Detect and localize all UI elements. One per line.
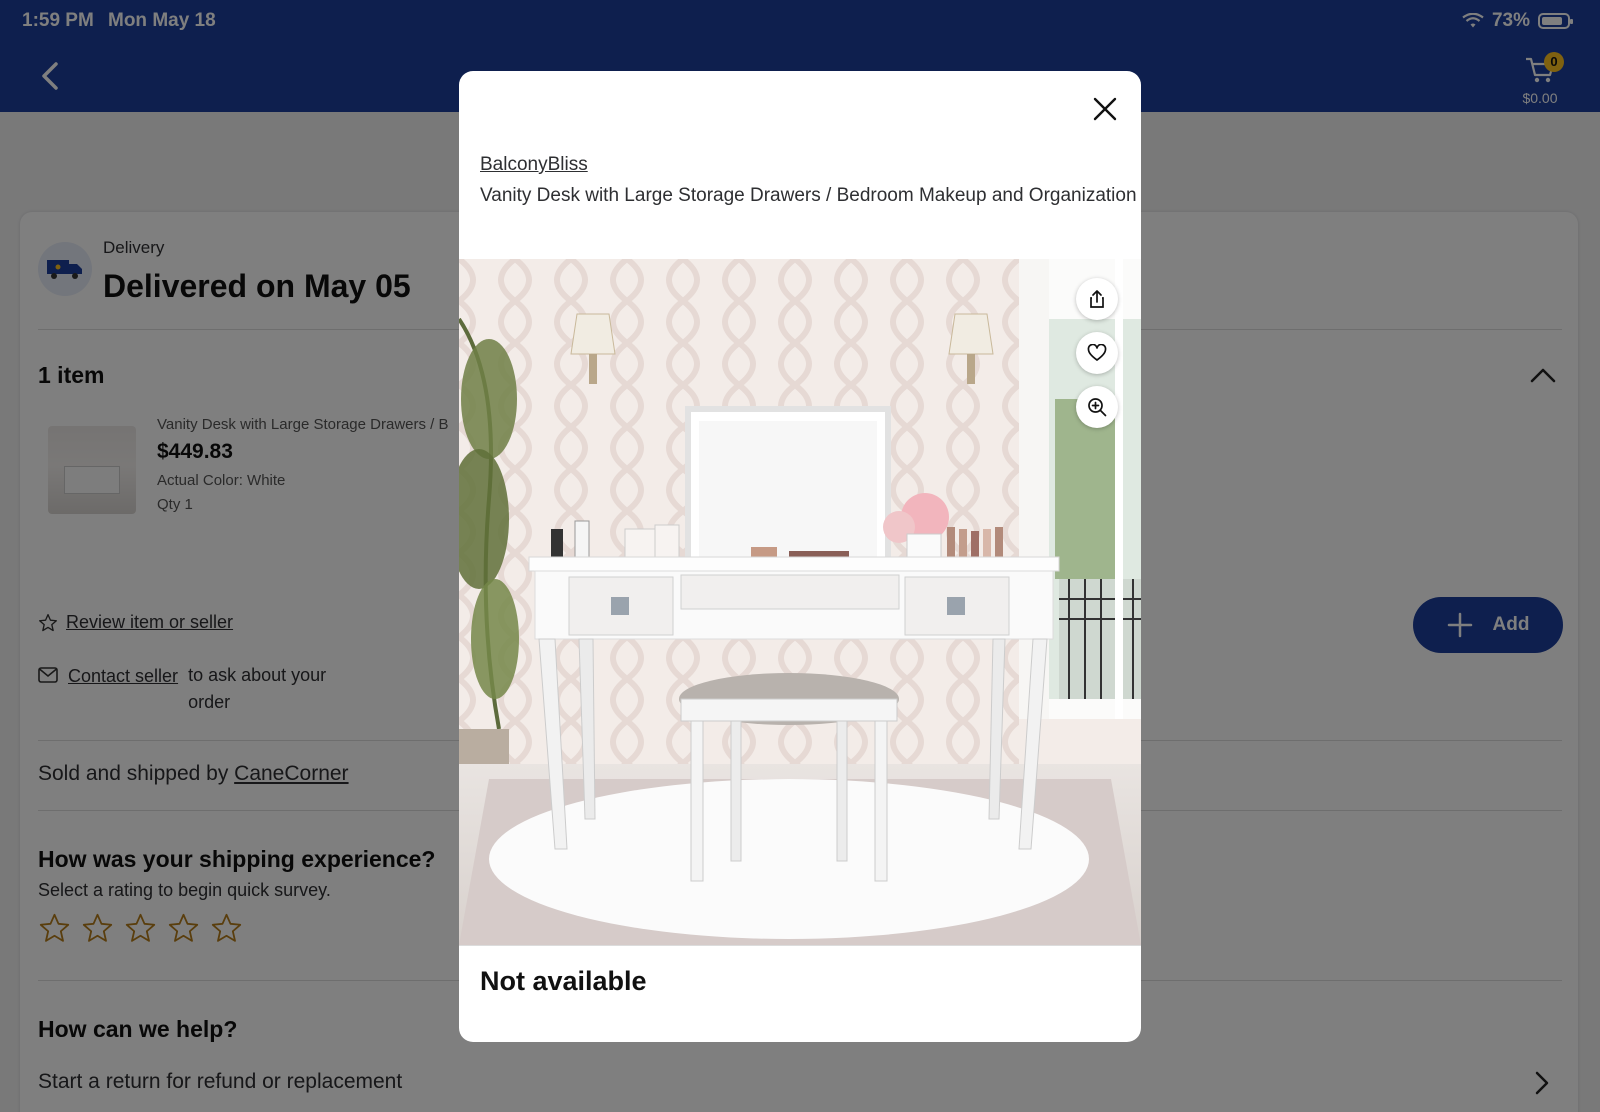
- zoom-in-icon: [1088, 398, 1107, 417]
- zoom-button[interactable]: [1076, 386, 1118, 428]
- product-modal: BalconyBliss Vanity Desk with Large Stor…: [459, 71, 1141, 1042]
- availability-status: Not available: [480, 966, 647, 996]
- product-image[interactable]: [459, 259, 1141, 945]
- vanity-desk-illustration: [459, 259, 1141, 945]
- product-title: Vanity Desk with Large Storage Drawers /…: [480, 185, 1137, 206]
- brand-link[interactable]: BalconyBliss: [480, 154, 588, 176]
- favorite-button[interactable]: [1076, 332, 1118, 374]
- close-icon[interactable]: [1091, 95, 1119, 123]
- share-button[interactable]: [1076, 278, 1118, 320]
- heart-icon: [1087, 344, 1107, 361]
- share-icon: [1090, 290, 1104, 308]
- divider: [459, 945, 1141, 946]
